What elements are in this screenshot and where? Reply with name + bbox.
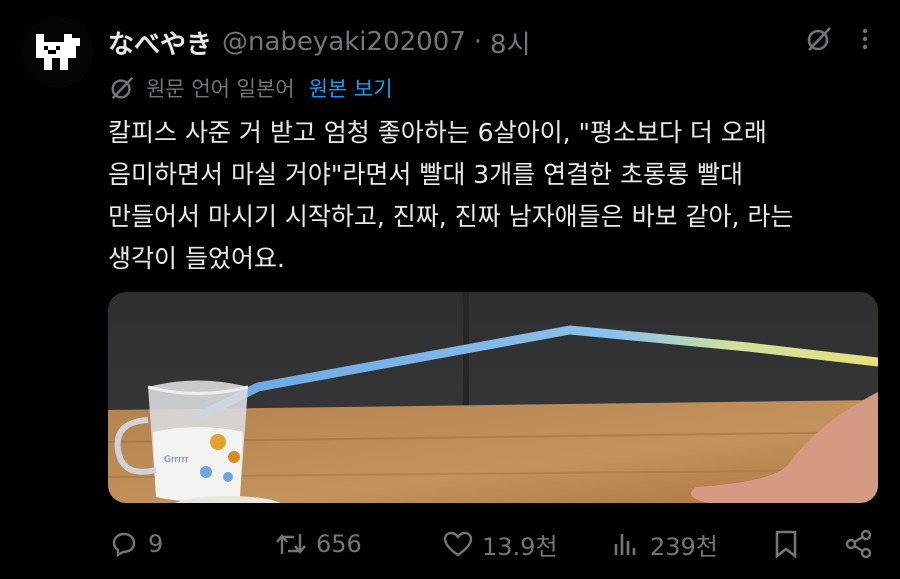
like-button[interactable]: 13.9천 <box>442 522 558 566</box>
action-bar: 9 656 13.9천 239천 <box>108 522 880 566</box>
retweet-count: 656 <box>316 530 362 558</box>
avatar[interactable] <box>22 16 94 88</box>
tweet-text: 칼피스 사준 거 받고 엄청 좋아하는 6살아이, "평소보다 더 오래 음미하… <box>108 118 794 273</box>
translation-row: 원문 언어 일본어 원본 보기 <box>108 72 393 104</box>
reply-icon <box>112 532 136 558</box>
tweet-header: なべやき @nabeyaki202007 · 8시 <box>108 22 870 62</box>
share-button[interactable] <box>844 522 882 566</box>
display-name[interactable]: なべやき <box>108 24 212 61</box>
reply-count: 9 <box>148 530 164 558</box>
show-original-link[interactable]: 원본 보기 <box>309 73 393 103</box>
like-count: 13.9천 <box>482 532 558 561</box>
more-icon[interactable] <box>860 27 870 58</box>
retweet-icon <box>276 534 306 554</box>
user-handle[interactable]: @nabeyaki202007 <box>222 27 466 57</box>
retweet-button[interactable]: 656 <box>274 522 362 566</box>
cup-print: Grrrrr <box>164 455 189 465</box>
bookmark-button[interactable] <box>772 522 808 566</box>
tweet-photo[interactable]: Grrrrr <box>108 292 878 503</box>
views-icon <box>614 534 636 555</box>
bookmark-icon <box>775 530 797 559</box>
dog-avatar-icon <box>36 34 80 70</box>
views-button[interactable]: 239천 <box>610 522 718 566</box>
translate-icon <box>108 74 136 102</box>
translation-note: 원문 언어 일본어 <box>146 77 295 101</box>
tweet-time[interactable]: 8시 <box>490 24 530 61</box>
like-icon <box>443 531 473 557</box>
separator-dot: · <box>473 27 483 57</box>
reply-button[interactable]: 9 <box>108 522 163 566</box>
share-icon <box>845 529 872 559</box>
views-count: 239천 <box>650 532 718 561</box>
grok-icon[interactable] <box>804 24 834 61</box>
